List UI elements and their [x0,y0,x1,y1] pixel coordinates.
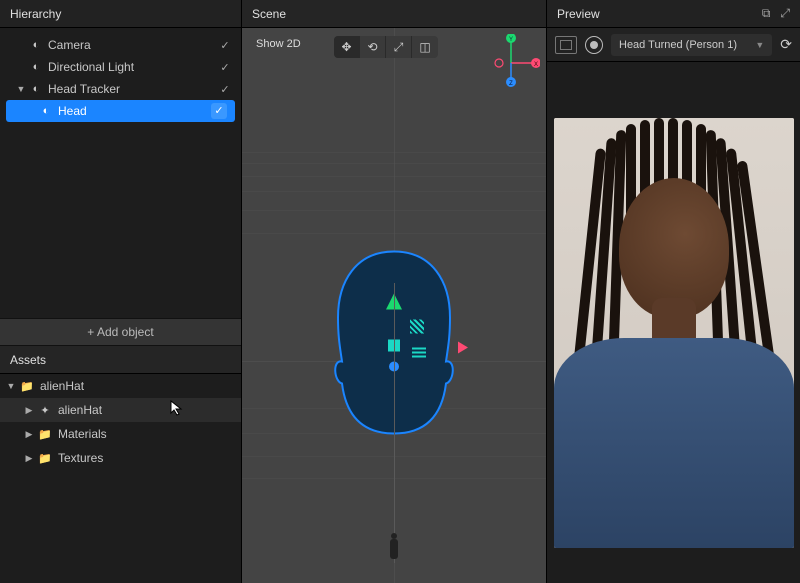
bounds-tool-button[interactable]: ◫ [412,36,438,58]
reference-figure-icon [387,532,401,565]
assets-body: ▼ 📁 alienHat ▶ ✦ alienHat ▶ 📁 Materials … [0,374,241,583]
camera-icon: ◐ [28,39,44,51]
scene-vertical-axis [394,283,395,563]
scene-viewport[interactable] [242,28,546,583]
folder-icon: 📁 [36,452,54,465]
device-frame-button[interactable] [555,36,577,54]
hierarchy-panel-header: Hierarchy [0,0,241,28]
expand-caret-icon[interactable]: ▶ [22,453,36,464]
visibility-check-icon[interactable]: ✓ [211,103,227,119]
show-2d-toggle[interactable]: Show 2D [250,36,307,52]
preview-person-placeholder [554,118,794,548]
add-object-button[interactable]: + Add object [0,318,241,346]
svg-text:Y: Y [509,37,513,43]
expand-caret-icon[interactable]: ▶ [22,429,36,440]
chevron-down-icon: ▼ [755,40,764,50]
asset-item-materials[interactable]: ▶ 📁 Materials [0,422,241,446]
scene-toolbar: Show 2D [250,36,307,52]
visibility-check-icon[interactable]: ✓ [217,39,233,52]
hierarchy-title: Hierarchy [10,7,61,21]
hierarchy-body: ◐ Camera ✓ ◐ Directional Light ✓ ▼ ◐ Hea… [0,28,241,318]
head-placeholder [619,178,729,318]
record-button[interactable] [585,36,603,54]
expand-caret-icon[interactable]: ▼ [14,84,28,94]
asset-item-textures[interactable]: ▶ 📁 Textures [0,446,241,470]
left-sidebar: Hierarchy ◐ Camera ✓ ◐ Directional Light… [0,0,242,583]
asset-item-label: alienHat [54,403,233,417]
gizmo-x-arrow-icon[interactable] [458,342,468,354]
tracker-icon: ◐ [28,83,44,95]
hierarchy-item-head-tracker[interactable]: ▼ ◐ Head Tracker ✓ [0,78,241,100]
preview-panel: Preview ⧉ ⤢ Head Turned (Person 1) ▼ ⟳ [547,0,800,583]
gizmo-xz-plane-icon[interactable] [412,348,426,358]
asset-item-alienhat-folder[interactable]: ▼ 📁 alienHat [0,374,241,398]
hierarchy-item-directional-light[interactable]: ◐ Directional Light ✓ [0,56,241,78]
light-icon: ◐ [28,61,44,73]
rotate-tool-button[interactable]: ⟲ [360,36,386,58]
hierarchy-item-label: Directional Light [44,60,217,74]
preview-title: Preview [557,7,600,21]
gizmo-xy-plane-icon[interactable] [410,320,424,334]
svg-text:Z: Z [509,81,513,87]
add-object-label: + Add object [87,325,153,339]
reload-button[interactable]: ⟳ [780,36,792,53]
hierarchy-item-label: Head Tracker [44,82,217,96]
axis-gizmo-icon: Y X Z [482,34,540,92]
cursor-icon [170,400,186,416]
scene-title: Scene [252,7,286,21]
transform-tool-group: ✥ ⟲ ⤢ ◫ [334,36,438,58]
scene-panel-header: Scene [242,0,546,28]
object-icon: ◐ [38,105,54,117]
asset-item-alienhat-object[interactable]: ▶ ✦ alienHat [0,398,241,422]
preview-source-select[interactable]: Head Turned (Person 1) ▼ [611,34,772,56]
preview-toolbar: Head Turned (Person 1) ▼ ⟳ [547,28,800,62]
hierarchy-item-label: Head [54,104,211,118]
expand-caret-icon[interactable]: ▼ [4,381,18,391]
hierarchy-item-label: Camera [44,38,217,52]
preview-source-label: Head Turned (Person 1) [619,39,737,51]
hierarchy-item-head[interactable]: ◐ Head ✓ [6,100,235,122]
assets-title: Assets [10,353,46,367]
torso-placeholder [554,338,794,548]
assets-panel-header: Assets [0,346,241,374]
folder-icon: 📁 [36,428,54,441]
visibility-check-icon[interactable]: ✓ [217,83,233,96]
hierarchy-tree: ◐ Camera ✓ ◐ Directional Light ✓ ▼ ◐ Hea… [0,28,241,128]
folder-icon: 📁 [18,380,36,393]
expand-caret-icon[interactable]: ▶ [22,405,36,416]
preview-body [547,62,800,583]
scale-tool-button[interactable]: ⤢ [386,36,412,58]
asset-item-label: Materials [54,427,233,441]
object3d-icon: ✦ [36,404,54,417]
scene-panel: Scene Show 2D [242,0,547,583]
maximize-icon[interactable]: ⤢ [780,6,790,21]
hierarchy-item-camera[interactable]: ◐ Camera ✓ [0,34,241,56]
preview-panel-header: Preview ⧉ ⤢ [547,0,800,28]
popout-icon[interactable]: ⧉ [762,6,771,21]
svg-text:X: X [534,62,538,68]
visibility-check-icon[interactable]: ✓ [217,61,233,74]
asset-item-label: alienHat [36,379,233,393]
asset-item-label: Textures [54,451,233,465]
preview-frame [554,118,794,548]
orientation-gizmo[interactable]: Y X Z [482,34,532,84]
move-tool-button[interactable]: ✥ [334,36,360,58]
